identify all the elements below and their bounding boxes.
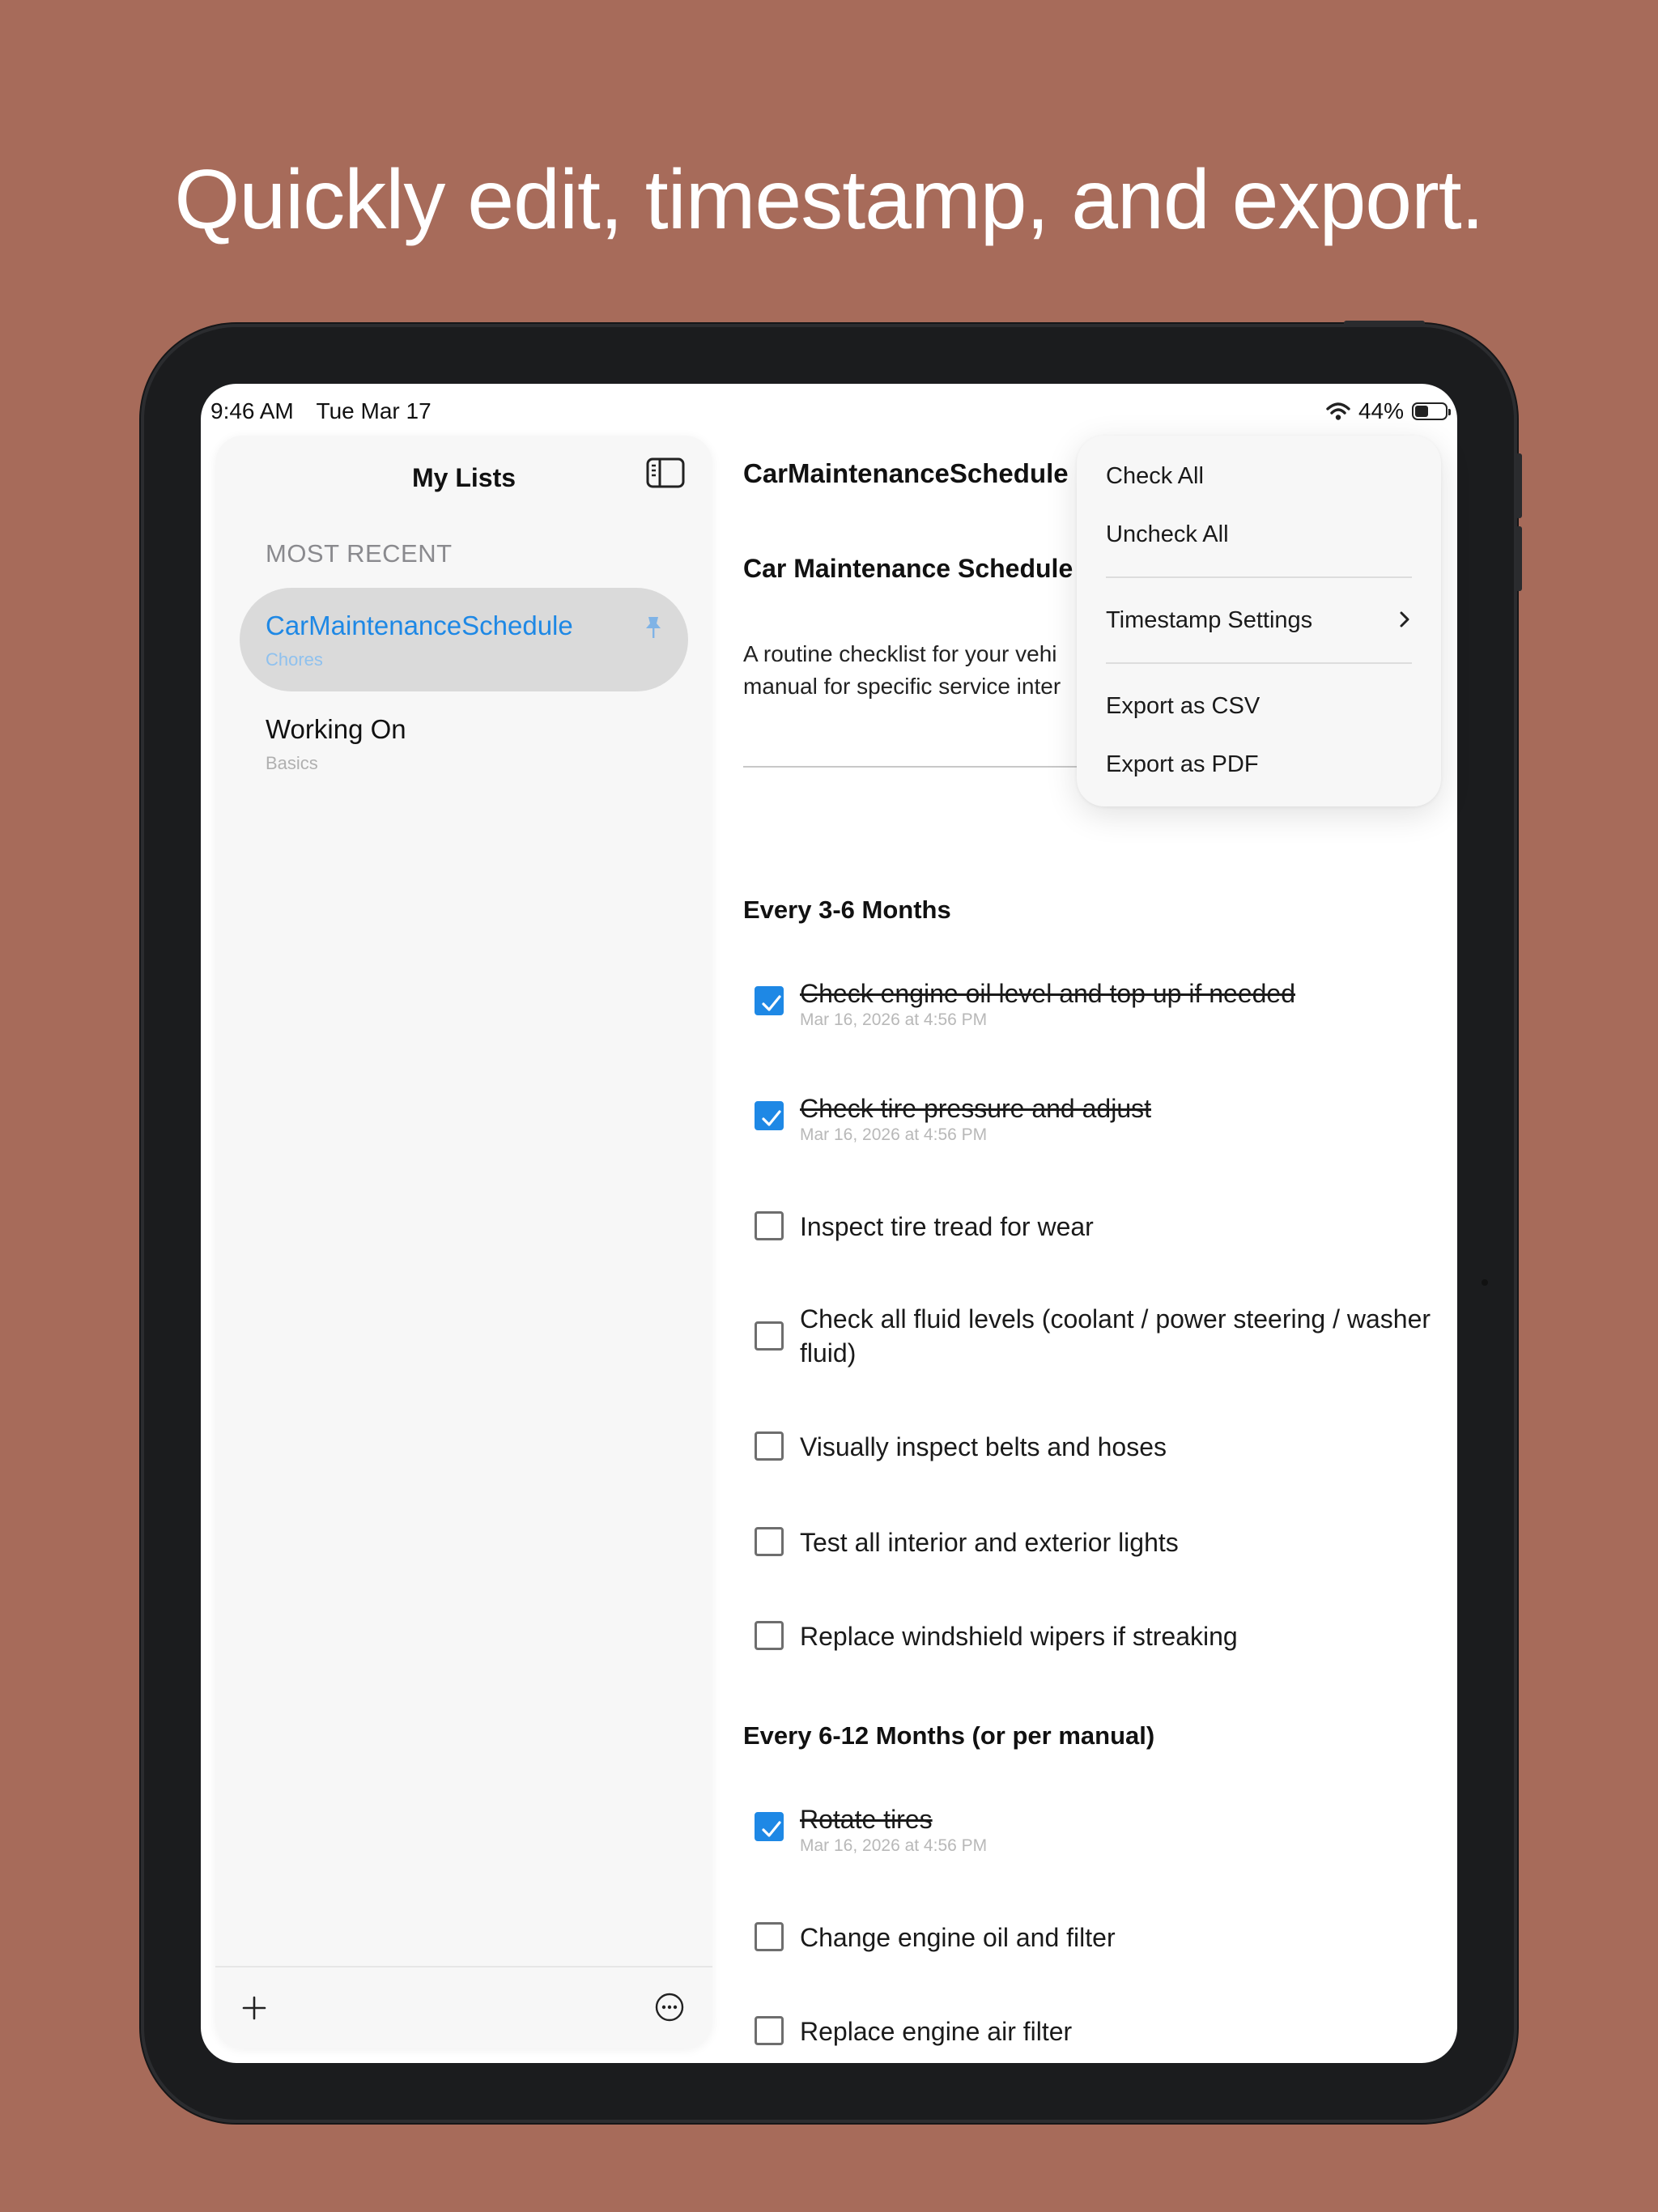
checkbox[interactable] bbox=[755, 2016, 784, 2045]
sidebar-item-name: Working On bbox=[266, 714, 406, 744]
checkbox-checked[interactable] bbox=[755, 1812, 784, 1841]
sidebar-title: My Lists bbox=[411, 463, 517, 492]
item-text: Rotate tires bbox=[800, 1805, 933, 1834]
item-text: Inspect tire tread for wear bbox=[800, 1212, 1094, 1241]
sidebar-item-category: Chores bbox=[266, 649, 323, 670]
plus-icon[interactable] bbox=[240, 1993, 269, 2023]
chevron-right-icon bbox=[1400, 611, 1409, 627]
checkbox-checked[interactable] bbox=[755, 986, 784, 1015]
status-time: 9:46 AM bbox=[210, 398, 294, 423]
checkbox[interactable] bbox=[755, 1211, 784, 1240]
checkbox[interactable] bbox=[755, 1922, 784, 1951]
section-most-recent: MOST RECENT bbox=[266, 539, 453, 568]
checkmark-icon bbox=[762, 1821, 781, 1837]
checkbox[interactable] bbox=[755, 1527, 784, 1556]
battery-icon bbox=[1412, 402, 1451, 420]
device-volume-up bbox=[1516, 453, 1522, 518]
menu-export-csv[interactable]: Export as CSV bbox=[1106, 693, 1412, 720]
headline: Quickly edit, timestamp, and export. bbox=[174, 153, 1484, 247]
item-text: Test all interior and exterior lights bbox=[800, 1528, 1179, 1557]
checkmark-icon bbox=[762, 1110, 781, 1126]
pin-icon bbox=[646, 617, 661, 638]
checkbox-checked[interactable] bbox=[755, 1101, 784, 1130]
device-top-button bbox=[1344, 321, 1425, 327]
sidebar-item-category: Basics bbox=[266, 753, 318, 773]
nav-title: CarMaintenanceSchedule bbox=[743, 458, 1069, 488]
device-sensor bbox=[1482, 1279, 1488, 1286]
menu-timestamp-settings[interactable]: Timestamp Settings bbox=[1106, 607, 1412, 634]
sidebar-toggle-icon[interactable] bbox=[646, 457, 685, 489]
item-text: Check engine oil level and top up if nee… bbox=[800, 979, 1295, 1008]
menu-separator bbox=[1106, 662, 1412, 664]
menu-uncheck-all[interactable]: Uncheck All bbox=[1106, 521, 1412, 548]
wifi-icon bbox=[1326, 402, 1350, 420]
status-bar: 9:46 AM Tue Mar 17 44% bbox=[210, 397, 1451, 429]
sidebar-item-name: CarMaintenanceSchedule bbox=[266, 610, 573, 640]
item-timestamp: Mar 16, 2026 at 4:56 PM bbox=[800, 1125, 988, 1144]
options-menu: Check All Uncheck All Timestamp Settings… bbox=[1077, 436, 1441, 806]
checkbox[interactable] bbox=[755, 1621, 784, 1650]
checkbox[interactable] bbox=[755, 1321, 784, 1351]
menu-separator bbox=[1106, 576, 1412, 578]
checkbox[interactable] bbox=[755, 1431, 784, 1461]
item-timestamp: Mar 16, 2026 at 4:56 PM bbox=[800, 1010, 988, 1029]
sidebar-footer bbox=[215, 1966, 712, 2048]
battery-percent: 44% bbox=[1358, 398, 1404, 423]
item-text: Check tire pressure and adjust bbox=[800, 1094, 1151, 1123]
section-title: Every 3-6 Months bbox=[743, 895, 951, 924]
document-title[interactable]: Car Maintenance Schedule bbox=[743, 554, 1073, 584]
item-text: Replace windshield wipers if streaking bbox=[800, 1622, 1238, 1651]
item-timestamp: Mar 16, 2026 at 4:56 PM bbox=[800, 1836, 988, 1855]
sidebar-item-carmaintenanceschedule[interactable]: CarMaintenanceSchedule Chores bbox=[240, 588, 688, 691]
menu-item-label: Timestamp Settings bbox=[1106, 607, 1313, 633]
ellipsis-circle-icon[interactable] bbox=[654, 1992, 685, 2023]
device-volume-down bbox=[1516, 526, 1522, 591]
item-text: Check all fluid levels (coolant / power … bbox=[800, 1304, 1431, 1368]
section-title: Every 6-12 Months (or per manual) bbox=[743, 1721, 1155, 1750]
sidebar-item-working-on[interactable]: Working On Basics bbox=[240, 691, 688, 795]
menu-export-pdf[interactable]: Export as PDF bbox=[1106, 751, 1412, 778]
checkmark-icon bbox=[762, 995, 781, 1011]
status-date: Tue Mar 17 bbox=[316, 398, 432, 423]
item-text: Change engine oil and filter bbox=[800, 1923, 1116, 1952]
menu-check-all[interactable]: Check All bbox=[1106, 463, 1412, 490]
sidebar: My Lists MOST RECENT CarMaintenanceSched… bbox=[215, 436, 712, 2048]
item-text: Replace engine air filter bbox=[800, 2017, 1073, 2046]
item-text: Visually inspect belts and hoses bbox=[800, 1432, 1167, 1461]
